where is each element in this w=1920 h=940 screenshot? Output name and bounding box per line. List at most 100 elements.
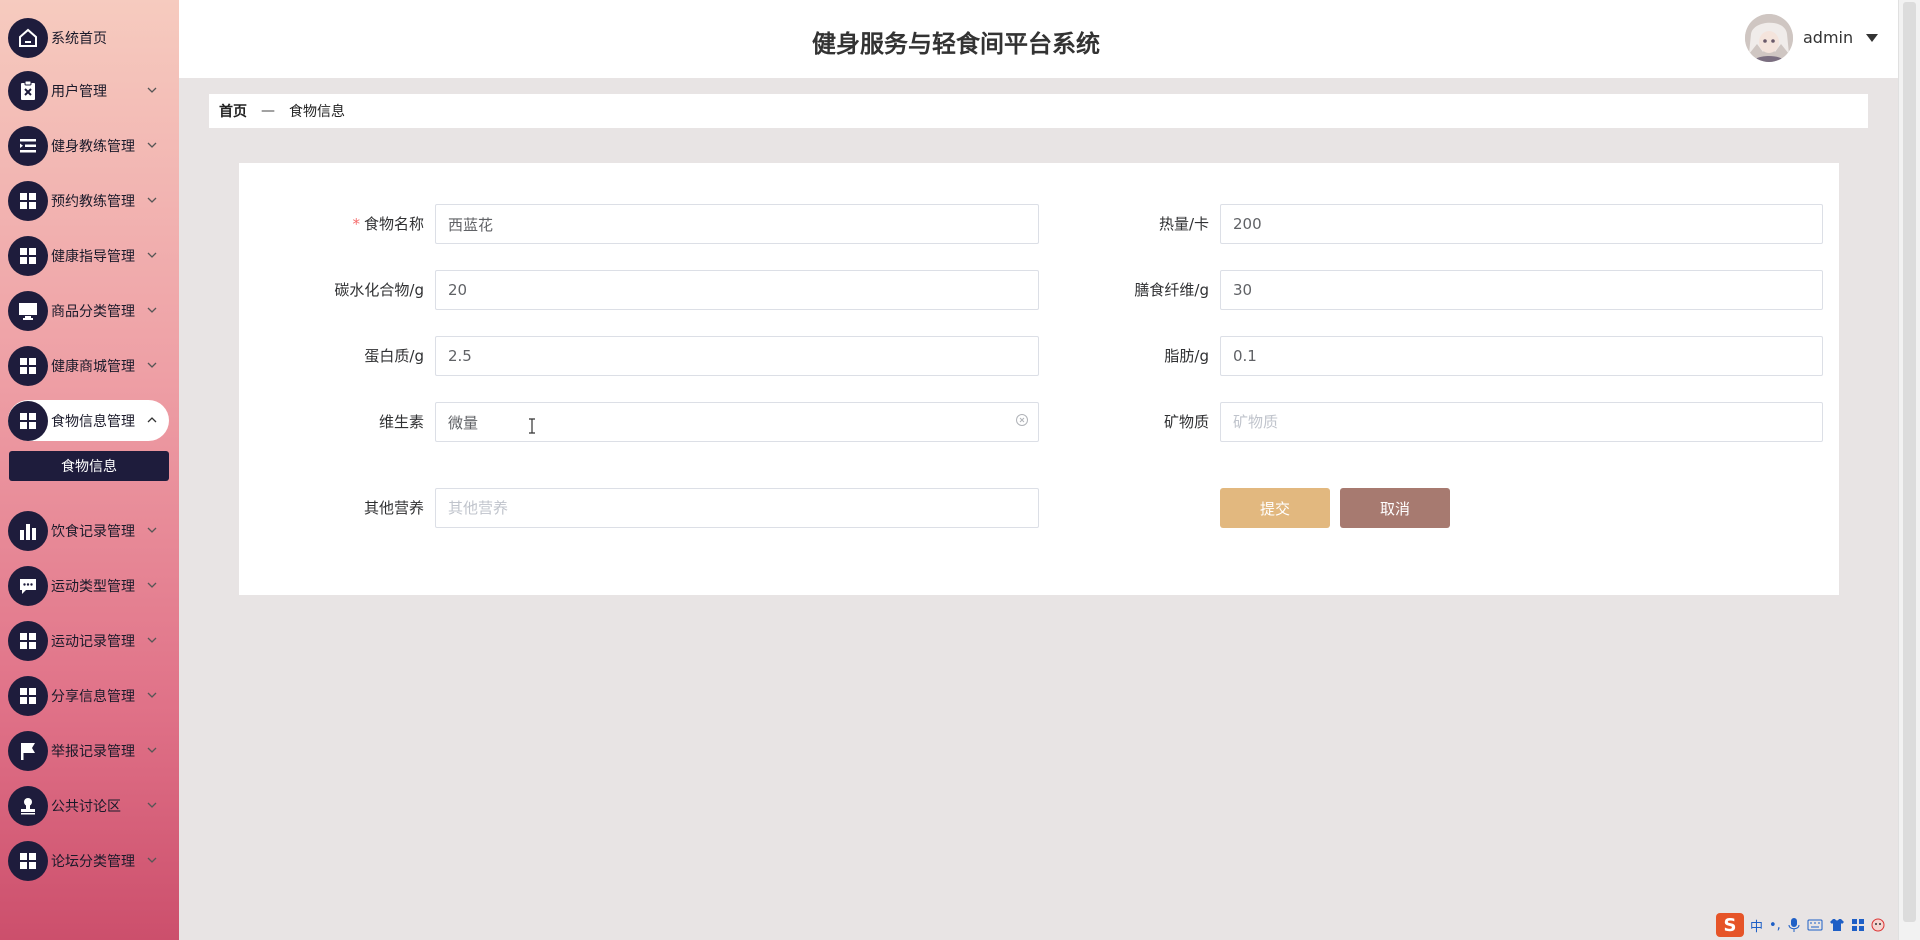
carbs-label: 碳水化合物/g [334, 281, 424, 299]
microphone-icon[interactable] [1787, 917, 1801, 933]
sidebar-item-public-forum[interactable]: 公共讨论区 [8, 785, 169, 826]
breadcrumb-current: 食物信息 [289, 104, 345, 120]
sidebar-item-label: 论坛分类管理 [51, 853, 135, 870]
sidebar-item-label: 公共讨论区 [51, 798, 121, 815]
grid-icon [8, 400, 48, 441]
grid-icon [8, 180, 48, 221]
scrollbar-thumb[interactable] [1903, 2, 1916, 922]
sidebar-item-label: 商品分类管理 [51, 303, 135, 320]
grid-icon [8, 235, 48, 276]
sidebar-item-food-info[interactable]: 食物信息管理 [8, 400, 169, 441]
chevron-up-icon [147, 417, 157, 423]
chevron-down-icon [147, 197, 157, 203]
app-title: 健身服务与轻食间平台系统 [812, 30, 1100, 58]
sidebar-item-label: 举报记录管理 [51, 743, 135, 760]
chevron-down-icon [147, 692, 157, 698]
chevron-down-icon [147, 87, 157, 93]
food-name-label-text: 食物名称 [363, 215, 424, 233]
chat-bubble-icon [8, 565, 48, 606]
protein-label: 蛋白质/g [364, 347, 424, 365]
sidebar-item-share-info[interactable]: 分享信息管理 [8, 675, 169, 716]
fiber-input[interactable] [1220, 270, 1823, 310]
sidebar-item-health-mall[interactable]: 健康商城管理 [8, 345, 169, 386]
sidebar-item-label: 运动类型管理 [51, 578, 135, 595]
breadcrumb: 首页 — 食物信息 [209, 94, 1868, 128]
submenu-item-food-info[interactable]: 食物信息 [9, 451, 169, 481]
sidebar-item-diet-records[interactable]: 饮食记录管理 [8, 510, 169, 551]
required-asterisk: * [352, 215, 360, 233]
fat-label: 脂肪/g [1164, 347, 1209, 365]
scrollbar[interactable] [1898, 0, 1920, 940]
sidebar-item-label: 系统首页 [51, 30, 107, 47]
chevron-down-icon [147, 747, 157, 753]
protein-input[interactable] [435, 336, 1039, 376]
carbs-input[interactable] [435, 270, 1039, 310]
caret-down-icon[interactable] [1866, 34, 1878, 42]
food-form-card: *食物名称 热量/卡 碳水化合物/g 膳食纤维/g 蛋白质/g 脂肪/g 维生素… [239, 163, 1839, 595]
chevron-down-icon [147, 802, 157, 808]
grid-icon [8, 345, 48, 386]
ime-punctuation-toggle[interactable]: •, [1769, 918, 1781, 933]
skin-shirt-icon[interactable] [1829, 918, 1845, 932]
text-cursor-icon [529, 418, 535, 434]
keyboard-icon[interactable] [1807, 918, 1823, 932]
cancel-button[interactable]: 取消 [1340, 488, 1450, 528]
grid-icon [8, 675, 48, 716]
sidebar-item-label: 健康商城管理 [51, 358, 135, 375]
sidebar-item-label: 饮食记录管理 [51, 523, 135, 540]
submit-button[interactable]: 提交 [1220, 488, 1330, 528]
sidebar-item-label: 健康指导管理 [51, 248, 135, 265]
chevron-down-icon [147, 362, 157, 368]
vitamins-label: 维生素 [378, 413, 424, 431]
chevron-down-icon [147, 142, 157, 148]
ime-language-toggle[interactable]: 中 [1750, 916, 1763, 935]
chevron-down-icon [147, 527, 157, 533]
ime-toolbar: S 中 •, [1716, 912, 1920, 938]
username[interactable]: admin [1803, 28, 1853, 47]
home-icon [8, 17, 48, 58]
sidebar-item-exercise-types[interactable]: 运动类型管理 [8, 565, 169, 606]
sidebar-item-label: 预约教练管理 [51, 193, 135, 210]
breadcrumb-separator: — [261, 103, 275, 119]
top-header: 健身服务与轻食间平台系统 admin [179, 0, 1898, 78]
sidebar-item-home[interactable]: 系统首页 [8, 17, 169, 58]
grid-icon [8, 620, 48, 661]
avatar[interactable] [1745, 14, 1793, 62]
other-nutrition-input[interactable] [435, 488, 1039, 528]
minerals-label: 矿物质 [1163, 413, 1209, 431]
food-name-input[interactable] [435, 204, 1039, 244]
clear-icon[interactable] [1015, 413, 1029, 427]
stamp-icon [8, 785, 48, 826]
sidebar-item-product-category[interactable]: 商品分类管理 [8, 290, 169, 331]
fiber-label: 膳食纤维/g [1134, 281, 1209, 299]
vitamins-input[interactable] [435, 402, 1039, 442]
sidebar-item-health-guidance[interactable]: 健康指导管理 [8, 235, 169, 276]
clipboard-x-icon [8, 70, 48, 111]
ime-logo-icon[interactable]: S [1716, 913, 1744, 937]
toolbox-grid-icon[interactable] [1851, 918, 1865, 932]
sidebar-item-label: 用户管理 [51, 83, 107, 100]
chevron-down-icon [147, 252, 157, 258]
sidebar-item-label: 健身教练管理 [51, 138, 135, 155]
sidebar-item-coaches[interactable]: 健身教练管理 [8, 125, 169, 166]
sidebar-item-users[interactable]: 用户管理 [8, 70, 169, 111]
list-indent-icon [8, 125, 48, 166]
chevron-down-icon [147, 857, 157, 863]
sidebar-item-coach-booking[interactable]: 预约教练管理 [8, 180, 169, 221]
minerals-input[interactable] [1220, 402, 1823, 442]
grid-icon [8, 840, 48, 881]
sidebar-item-label: 运动记录管理 [51, 633, 135, 650]
sidebar-item-label: 分享信息管理 [51, 688, 135, 705]
sidebar-item-forum-category[interactable]: 论坛分类管理 [8, 840, 169, 881]
calories-input[interactable] [1220, 204, 1823, 244]
mascot-icon[interactable] [1871, 918, 1885, 932]
bar-chart-icon [8, 510, 48, 551]
sidebar-item-reports[interactable]: 举报记录管理 [8, 730, 169, 771]
fat-input[interactable] [1220, 336, 1823, 376]
breadcrumb-home[interactable]: 首页 [219, 101, 247, 121]
chevron-down-icon [147, 582, 157, 588]
other-nutrition-label: 其他营养 [363, 499, 424, 517]
sidebar: 系统首页 用户管理 健身教练管理 预约教练管理 健康指导管理 商品分类管理 健康… [0, 0, 179, 940]
flag-icon [8, 730, 48, 771]
sidebar-item-exercise-records[interactable]: 运动记录管理 [8, 620, 169, 661]
